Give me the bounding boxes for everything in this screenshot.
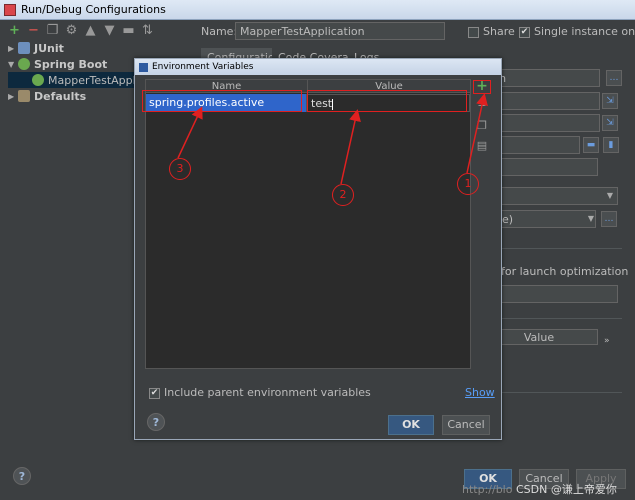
watermark-url: http://blo (462, 483, 513, 496)
annotation-arrow-2 (340, 109, 361, 185)
annotation-arrow-1 (466, 93, 488, 174)
annotation-arrows (177, 93, 488, 185)
annotation-arrow-3 (177, 106, 203, 159)
watermark: http://blo CSDN @谦上帝爱你 (462, 481, 617, 497)
watermark-text: CSDN @谦上帝爱你 (515, 483, 617, 496)
